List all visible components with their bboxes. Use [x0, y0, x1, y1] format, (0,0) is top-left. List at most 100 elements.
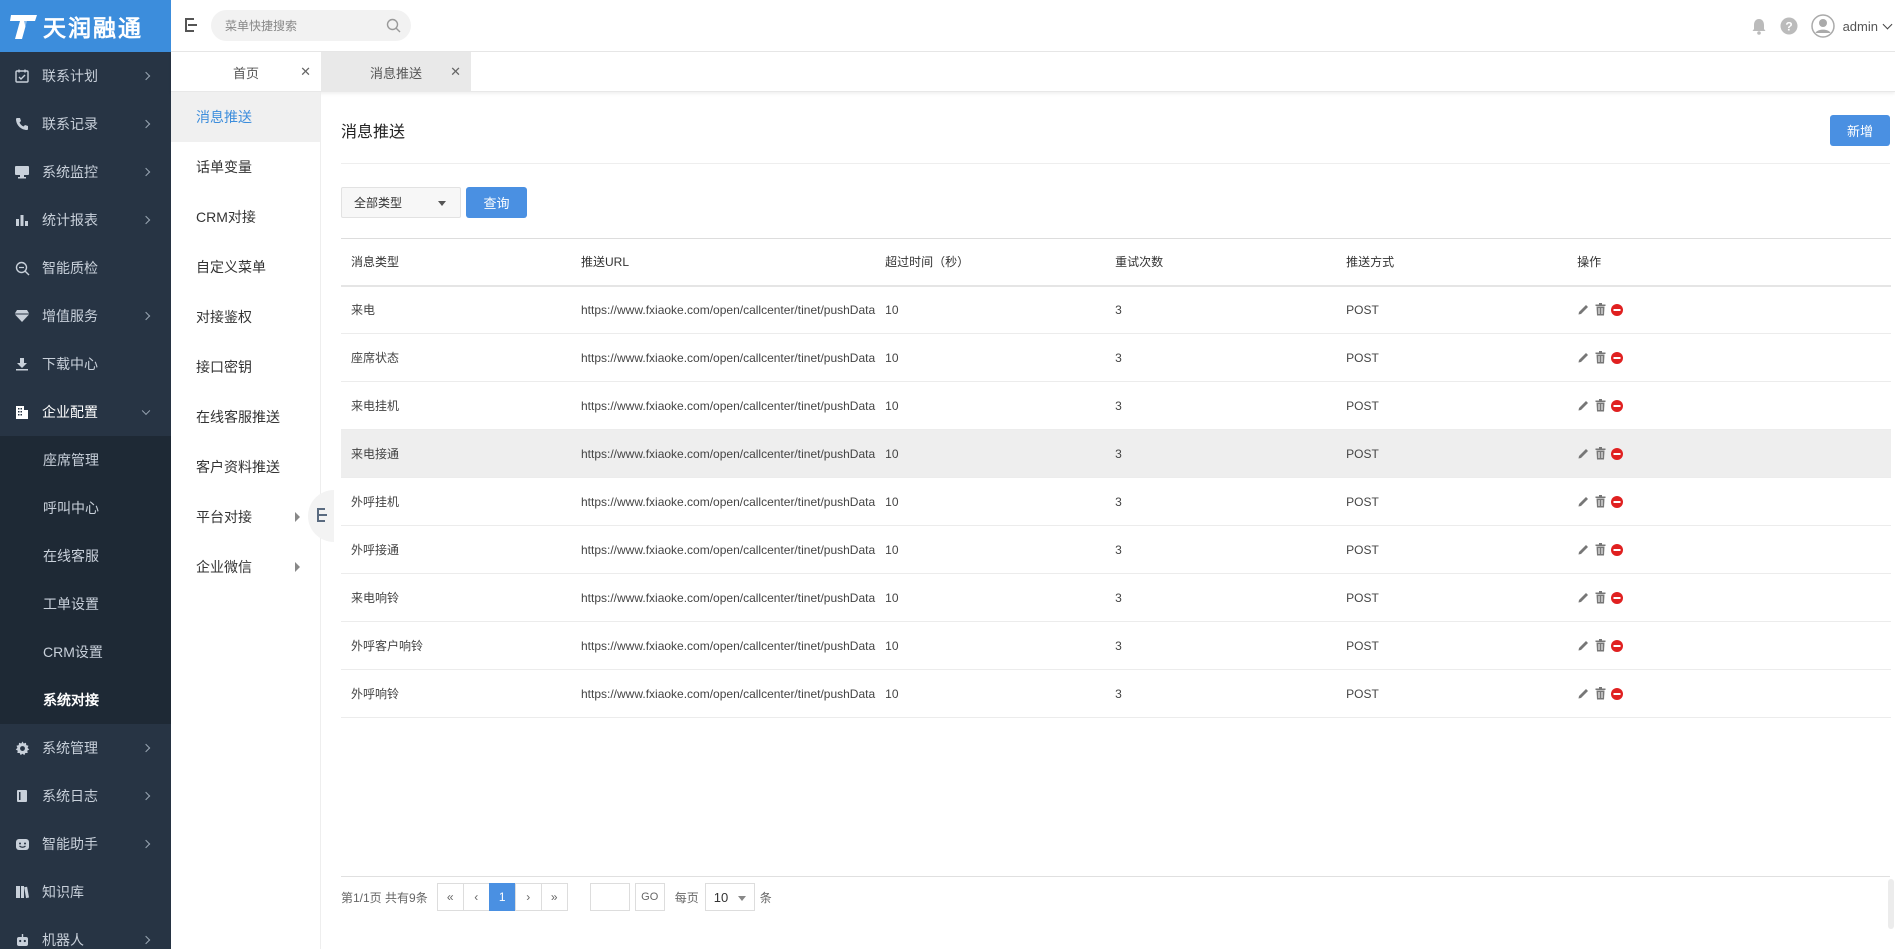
- menu-search-input[interactable]: [211, 10, 361, 41]
- tab-home[interactable]: 首页 ✕: [171, 52, 321, 92]
- chevron-down-icon[interactable]: [1882, 19, 1893, 29]
- trash-icon[interactable]: [1595, 495, 1606, 508]
- delete-circle-icon[interactable]: [1611, 303, 1624, 316]
- table-row[interactable]: 来电 https://www.fxiaoke.com/open/callcente…: [341, 285, 1891, 334]
- sidebar-item[interactable]: 知识库: [0, 868, 171, 916]
- query-button[interactable]: 查询: [466, 187, 527, 218]
- close-icon[interactable]: ✕: [450, 64, 461, 80]
- edit-icon[interactable]: [1577, 495, 1590, 508]
- sidebar-subitem[interactable]: 工单设置: [0, 580, 171, 628]
- table-row[interactable]: 来电挂机 https://www.fxiaoke.com/open/callcen…: [341, 381, 1891, 430]
- sidebar-item[interactable]: 系统管理: [0, 724, 171, 772]
- table-row[interactable]: 外呼响铃 https://www.fxiaoke.com/open/callcen…: [341, 669, 1891, 718]
- sidebar-subitem[interactable]: 座席管理: [0, 436, 171, 484]
- trash-icon[interactable]: [1595, 543, 1606, 556]
- table-cell: 3: [1105, 429, 1337, 478]
- sidebar-item[interactable]: 联系记录: [0, 100, 171, 148]
- trash-icon[interactable]: [1595, 591, 1606, 604]
- sidebar-item[interactable]: 统计报表: [0, 196, 171, 244]
- brand-logo[interactable]: 天润融通: [0, 0, 171, 52]
- page-size-value: 10: [713, 889, 729, 905]
- tab-message-push[interactable]: 消息推送 ✕: [321, 52, 471, 92]
- sidebar-item[interactable]: 增值服务: [0, 292, 171, 340]
- edit-icon[interactable]: [1577, 447, 1590, 460]
- bell-icon[interactable]: [1751, 18, 1767, 35]
- row-actions: [1567, 429, 1891, 478]
- page-go-button[interactable]: GO: [634, 883, 665, 911]
- sidebar-item[interactable]: 系统监控: [0, 148, 171, 196]
- trash-icon[interactable]: [1595, 639, 1606, 652]
- edit-icon[interactable]: [1577, 399, 1590, 412]
- submenu-item[interactable]: 在线客服推送: [171, 392, 320, 442]
- table-cell: https://www.fxiaoke.com/open/callcenter/…: [571, 381, 876, 430]
- submenu-item[interactable]: 接口密钥: [171, 342, 320, 392]
- sidebar-item[interactable]: 机器人: [0, 916, 171, 949]
- menu-collapse-icon[interactable]: [185, 17, 199, 33]
- page-size-select[interactable]: 10: [704, 883, 755, 911]
- delete-circle-icon[interactable]: [1611, 591, 1624, 604]
- delete-circle-icon[interactable]: [1611, 543, 1624, 556]
- pager-page-1[interactable]: 1: [488, 883, 516, 911]
- submenu-item[interactable]: 平台对接: [171, 492, 320, 542]
- edit-icon[interactable]: [1577, 591, 1590, 604]
- edit-icon[interactable]: [1577, 639, 1590, 652]
- pager-prev-button[interactable]: ‹: [462, 883, 490, 911]
- sidebar-subitem[interactable]: CRM设置: [0, 628, 171, 676]
- col-header: 推送方式: [1336, 238, 1568, 287]
- close-icon[interactable]: ✕: [300, 64, 311, 80]
- delete-circle-icon[interactable]: [1611, 495, 1624, 508]
- sidebar-subitem[interactable]: 在线客服: [0, 532, 171, 580]
- pager-next-button[interactable]: ›: [514, 883, 542, 911]
- table-row[interactable]: 外呼客户响铃 https://www.fxiaoke.com/open/callc…: [341, 621, 1891, 670]
- add-button[interactable]: 新增: [1830, 115, 1890, 146]
- user-name[interactable]: admin: [1843, 19, 1878, 34]
- pager-first-button[interactable]: «: [436, 883, 464, 911]
- trash-icon[interactable]: [1595, 351, 1606, 364]
- table-row[interactable]: 外呼接通 https://www.fxiaoke.com/open/callcen…: [341, 525, 1891, 574]
- sidebar-item[interactable]: 联系计划: [0, 52, 171, 100]
- help-icon[interactable]: ?: [1780, 17, 1798, 35]
- scrollbar-thumb[interactable]: [1888, 879, 1894, 929]
- sidebar-subitem[interactable]: 呼叫中心: [0, 484, 171, 532]
- trash-icon[interactable]: [1595, 303, 1606, 316]
- sidebar-subitem[interactable]: 系统对接: [0, 676, 171, 724]
- divider: [341, 163, 1890, 164]
- submenu-item[interactable]: CRM对接: [171, 192, 320, 242]
- delete-circle-icon[interactable]: [1611, 399, 1624, 412]
- search-icon[interactable]: [386, 18, 401, 38]
- type-filter-select[interactable]: 全部类型: [341, 187, 461, 218]
- table-row[interactable]: 来电接通 https://www.fxiaoke.com/open/callcen…: [341, 429, 1891, 478]
- submenu-item[interactable]: 话单变量: [171, 142, 320, 192]
- delete-circle-icon[interactable]: [1611, 639, 1624, 652]
- trash-icon[interactable]: [1595, 687, 1606, 700]
- edit-icon[interactable]: [1577, 303, 1590, 316]
- table-row[interactable]: 座席状态 https://www.fxiaoke.com/open/callcen…: [341, 333, 1891, 382]
- pager-info: 第1/1页 共有9条: [341, 890, 428, 905]
- edit-icon[interactable]: [1577, 543, 1590, 556]
- sidebar-item[interactable]: 智能质检: [0, 244, 171, 292]
- page-jump-input[interactable]: [589, 883, 630, 911]
- edit-icon[interactable]: [1577, 687, 1590, 700]
- delete-circle-icon[interactable]: [1611, 447, 1624, 460]
- sidebar-item[interactable]: 下载中心: [0, 340, 171, 388]
- pager-last-button[interactable]: »: [540, 883, 568, 911]
- user-avatar[interactable]: [1810, 14, 1835, 38]
- sidebar-item[interactable]: 系统日志: [0, 772, 171, 820]
- sidebar-item[interactable]: 企业配置: [0, 388, 171, 436]
- delete-circle-icon[interactable]: [1611, 351, 1624, 364]
- trash-icon[interactable]: [1595, 399, 1606, 412]
- submenu-item[interactable]: 对接鉴权: [171, 292, 320, 342]
- table-row[interactable]: 外呼挂机 https://www.fxiaoke.com/open/callcen…: [341, 477, 1891, 526]
- delete-circle-icon[interactable]: [1611, 687, 1624, 700]
- submenu-item[interactable]: 自定义菜单: [171, 242, 320, 292]
- trash-icon[interactable]: [1595, 447, 1606, 460]
- chevron-right-icon: [141, 791, 151, 801]
- sidebar-item[interactable]: 智能助手: [0, 820, 171, 868]
- edit-icon[interactable]: [1577, 351, 1590, 364]
- chevron-right-icon: [141, 935, 151, 945]
- submenu-item[interactable]: 客户资料推送: [171, 442, 320, 492]
- submenu-item[interactable]: 企业微信: [171, 542, 320, 592]
- table-row[interactable]: 来电响铃 https://www.fxiaoke.com/open/callcen…: [341, 573, 1891, 622]
- submenu-item[interactable]: 消息推送: [171, 92, 320, 142]
- submenu-item-label: 自定义菜单: [196, 259, 266, 275]
